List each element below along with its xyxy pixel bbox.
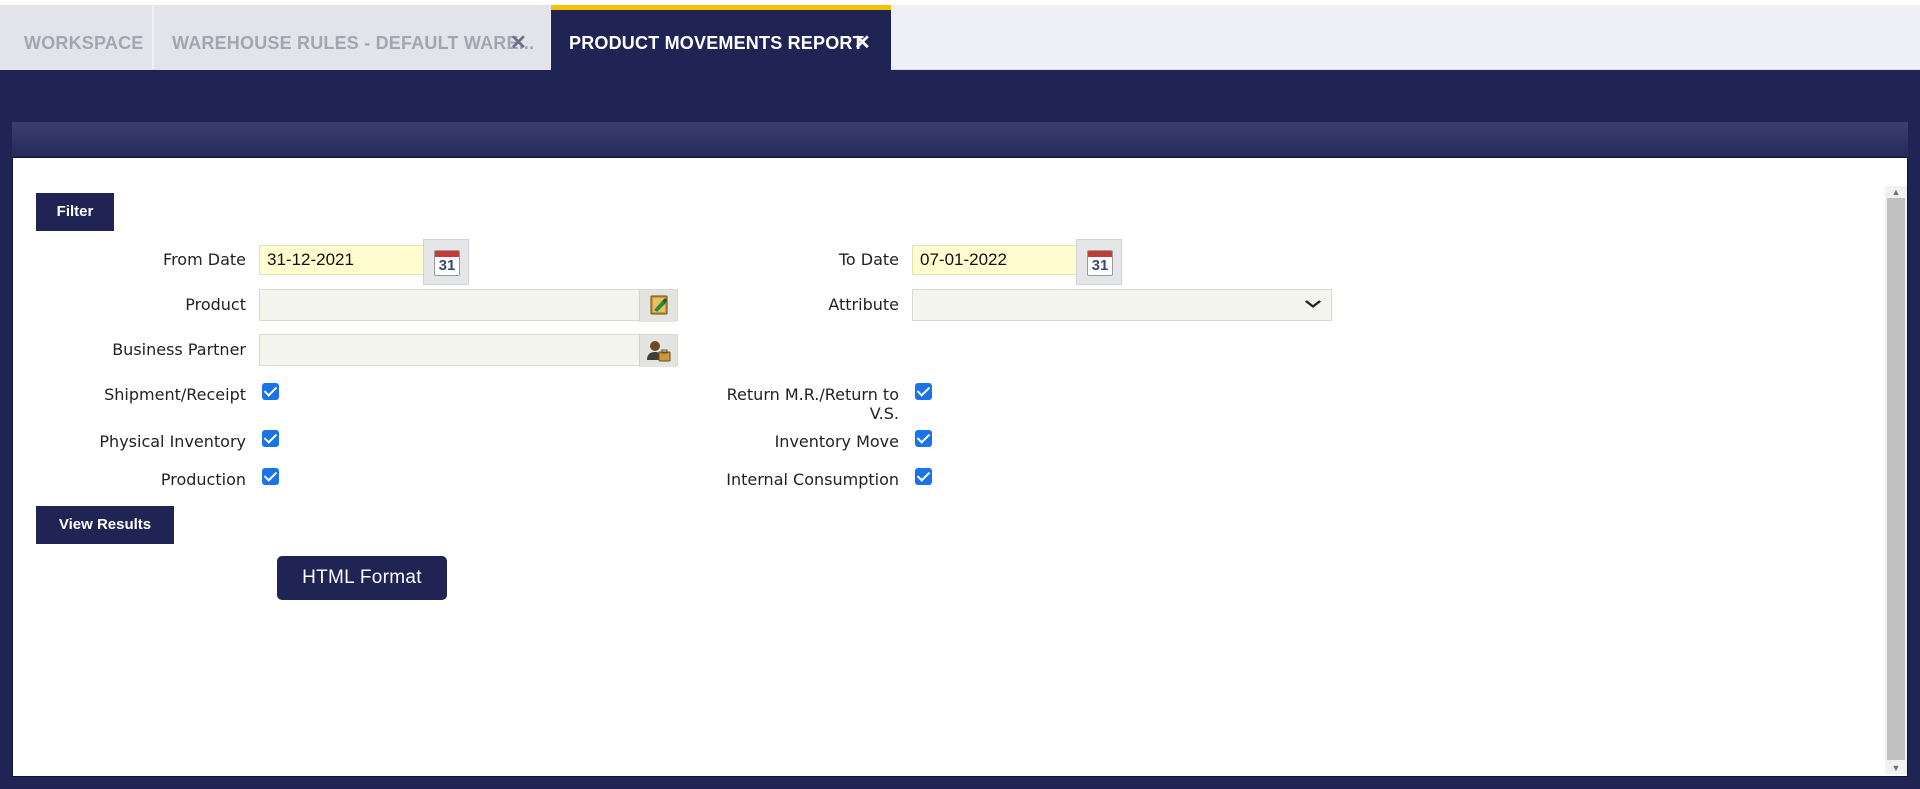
report-form-panel: Filter From Date 31-12-2021 31 To Date 0… [12, 157, 1908, 777]
business-partner-selector-button[interactable] [639, 335, 677, 367]
to-date-input[interactable]: 07-01-2022 [912, 245, 1088, 275]
physical-inventory-checkbox[interactable] [262, 430, 279, 447]
business-partner-icon [647, 341, 671, 362]
filter-button[interactable]: Filter [36, 193, 114, 231]
calendar-icon: 31 [434, 250, 460, 276]
scrollbar-thumb[interactable] [1887, 198, 1905, 760]
physical-inventory-label: Physical Inventory [99, 432, 246, 451]
return-mr-checkbox[interactable] [915, 383, 932, 400]
business-partner-input[interactable] [259, 334, 678, 367]
view-results-button[interactable]: View Results [36, 506, 174, 544]
attribute-select[interactable] [912, 289, 1332, 321]
window-header-band [12, 122, 1908, 156]
tab-workspace-label: WORKSPACE [24, 33, 144, 53]
product-label: Product [185, 295, 246, 314]
html-format-button[interactable]: HTML Format [277, 556, 447, 600]
internal-consumption-checkbox[interactable] [915, 468, 932, 485]
tab-workspace[interactable]: WORKSPACE [0, 5, 152, 70]
product-search-icon [650, 295, 668, 315]
calendar-icon: 31 [1087, 250, 1113, 276]
product-input[interactable] [259, 289, 678, 322]
shipment-receipt-checkbox[interactable] [262, 383, 279, 400]
to-date-label: To Date [838, 250, 899, 269]
tab-product-movements-report[interactable]: PRODUCT MOVEMENTS REPORT ✕ [551, 5, 891, 70]
return-mr-label: Return M.R./Return to V.S. [726, 385, 899, 423]
chevron-down-icon [1304, 300, 1322, 308]
inventory-move-label: Inventory Move [774, 432, 899, 451]
scroll-up-icon[interactable]: ▲ [1885, 186, 1907, 198]
product-selector-button[interactable] [639, 290, 677, 322]
tab-product-movements-report-label: PRODUCT MOVEMENTS REPORT [569, 33, 864, 53]
vertical-scrollbar[interactable]: ▲ ▼ [1885, 186, 1907, 774]
close-icon[interactable]: ✕ [854, 5, 871, 81]
business-partner-label: Business Partner [112, 340, 246, 359]
inventory-move-checkbox[interactable] [915, 430, 932, 447]
scroll-down-icon[interactable]: ▼ [1885, 762, 1907, 774]
tab-warehouse-rules[interactable]: WAREHOUSE RULES - DEFAULT WARE... ✕ [154, 5, 550, 70]
internal-consumption-label: Internal Consumption [726, 470, 899, 489]
from-date-calendar-button[interactable]: 31 [423, 239, 469, 285]
close-icon[interactable]: ✕ [510, 5, 527, 81]
from-date-input[interactable]: 31-12-2021 [259, 245, 435, 275]
production-checkbox[interactable] [262, 468, 279, 485]
tab-bar: WORKSPACE WAREHOUSE RULES - DEFAULT WARE… [0, 0, 1920, 70]
tab-warehouse-rules-label: WAREHOUSE RULES - DEFAULT WARE... [172, 33, 535, 53]
attribute-label: Attribute [828, 295, 899, 314]
to-date-calendar-button[interactable]: 31 [1076, 239, 1122, 285]
shipment-receipt-label: Shipment/Receipt [104, 385, 246, 404]
production-label: Production [160, 470, 246, 489]
from-date-label: From Date [163, 250, 246, 269]
